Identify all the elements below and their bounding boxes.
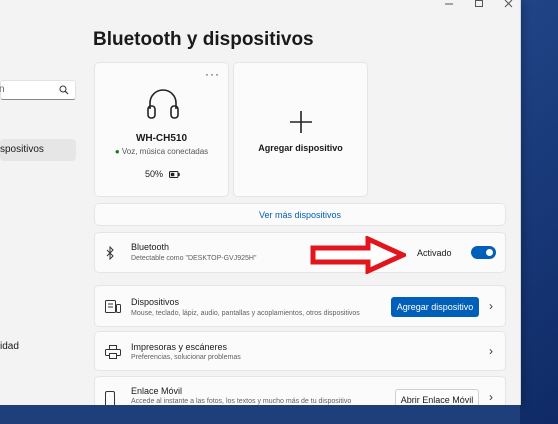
battery-percent: 50% <box>145 169 164 179</box>
bluetooth-title: Bluetooth <box>131 242 170 252</box>
search-input[interactable]: n <box>0 80 76 100</box>
bluetooth-subtitle: Detectable como "DESKTOP-GVJ925H" <box>131 255 257 262</box>
sidebar-item-privacidad[interactable]: idad <box>0 341 19 352</box>
printers-row[interactable]: Impresoras y escáneres Preferencias, sol… <box>94 331 506 371</box>
battery-icon <box>168 170 180 180</box>
chevron-right-icon[interactable]: › <box>489 390 493 404</box>
phone-link-subtitle: Accede al instante a las fotos, los text… <box>131 398 352 405</box>
printers-subtitle: Preferencias, solucionar problemas <box>131 354 241 361</box>
connected-dot-icon: ● <box>114 147 122 156</box>
add-device-button[interactable]: Agregar dispositivo <box>391 297 479 317</box>
add-device-card[interactable]: Agregar dispositivo <box>233 62 368 197</box>
page-title: Bluetooth y dispositivos <box>93 29 314 50</box>
settings-window: n spositivos idad Bluetooth y dispositiv… <box>0 0 521 416</box>
device-status-text: Voz, música conectadas <box>121 147 209 156</box>
bluetooth-state-label: Activado <box>417 248 452 258</box>
desktop-background <box>0 405 520 424</box>
headphones-icon <box>145 87 181 126</box>
printers-title: Impresoras y escáneres <box>131 342 228 352</box>
bluetooth-row: Bluetooth Detectable como "DESKTOP-GVJ92… <box>94 232 506 273</box>
device-status: ● Voz, música conectadas <box>95 147 228 156</box>
search-placeholder: n <box>0 84 5 95</box>
see-more-devices-link[interactable]: Ver más dispositivos <box>94 203 506 226</box>
chevron-right-icon[interactable]: › <box>489 344 493 358</box>
add-device-label: Agregar dispositivo <box>258 143 343 153</box>
see-more-label: Ver más dispositivos <box>258 210 342 220</box>
annotation-arrow-icon <box>310 235 410 279</box>
chevron-right-icon[interactable]: › <box>489 299 493 313</box>
devices-icon <box>105 300 121 319</box>
sidebar-item-label: spositivos <box>0 144 44 155</box>
device-card[interactable]: ··· WH-CH510 ● Voz, música conectadas 50… <box>94 62 229 197</box>
toggle-knob <box>486 249 493 256</box>
devices-title: Dispositivos <box>131 297 180 307</box>
sidebar: n spositivos idad <box>0 0 80 405</box>
plus-icon <box>289 110 313 139</box>
phone-link-title: Enlace Móvil <box>131 386 183 396</box>
devices-row[interactable]: Dispositivos Mouse, teclado, lápiz, audi… <box>94 285 506 327</box>
sidebar-item-dispositivos[interactable]: spositivos <box>0 139 76 161</box>
printer-icon <box>105 345 121 364</box>
close-icon[interactable] <box>504 0 514 10</box>
bluetooth-toggle[interactable] <box>471 246 496 259</box>
search-icon[interactable] <box>59 83 69 101</box>
minimize-icon[interactable] <box>444 0 454 10</box>
more-options-icon[interactable]: ··· <box>205 67 220 81</box>
devices-subtitle: Mouse, teclado, lápiz, audio, pantallas … <box>131 310 360 317</box>
maximize-icon[interactable] <box>474 0 484 10</box>
device-name: WH-CH510 <box>135 133 188 144</box>
bluetooth-icon <box>105 245 115 265</box>
battery-level: 50% <box>145 169 180 180</box>
